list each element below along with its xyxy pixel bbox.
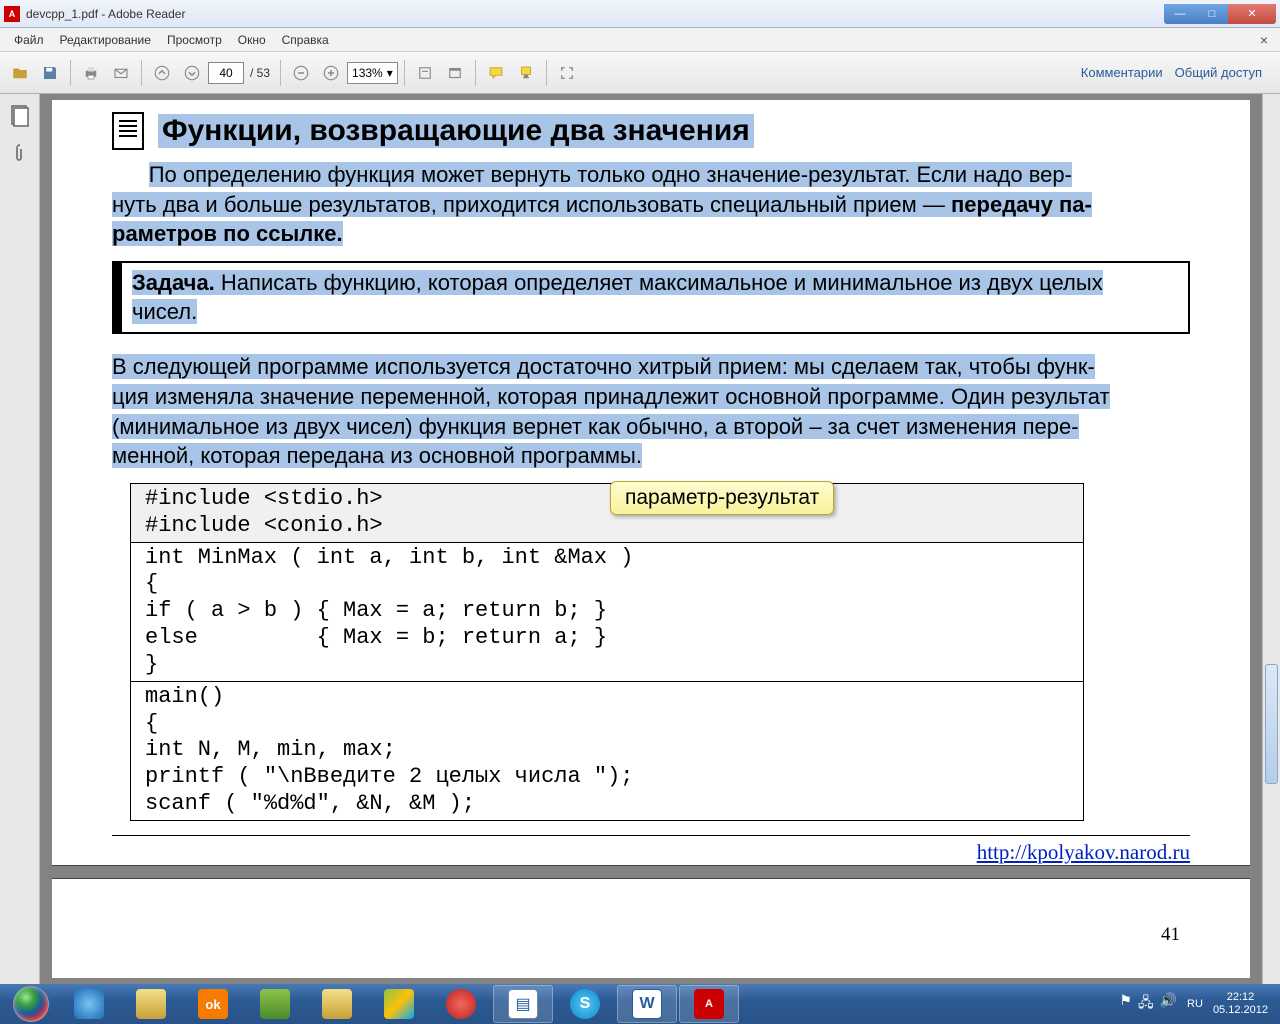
code-function: int MinMax ( int a, int b, int &Max ) { … xyxy=(130,543,1084,682)
page-up-button[interactable] xyxy=(148,59,176,87)
comment-button[interactable] xyxy=(482,59,510,87)
zoom-select[interactable]: 133% ▾ xyxy=(347,62,398,84)
tool-btn-1[interactable] xyxy=(411,59,439,87)
code-includes: #include <stdio.h> #include <conio.h> xyxy=(130,483,1084,543)
code-main: main() { int N, M, min, max; printf ( "\… xyxy=(130,682,1084,821)
email-button[interactable] xyxy=(107,59,135,87)
clock-time: 22:12 xyxy=(1213,991,1268,1004)
page-number: 41 xyxy=(1161,924,1180,946)
tray-icons[interactable]: ⚑ 🖧 🔊 xyxy=(1119,992,1177,1016)
open-button[interactable] xyxy=(6,59,34,87)
text: нуть два и больше результатов, приходитс… xyxy=(112,192,951,217)
taskbar-item-app1[interactable] xyxy=(245,985,305,1023)
close-button[interactable]: ✕ xyxy=(1228,4,1276,24)
tool-btn-2[interactable] xyxy=(441,59,469,87)
code-block: параметр-результат #include <stdio.h> #i… xyxy=(130,483,1084,821)
toolbar: / 53 133% ▾ Комментарии Общий доступ xyxy=(0,52,1280,94)
toolbar-separator xyxy=(70,60,71,86)
task-text: Написать функцию, которая определяет мак… xyxy=(215,270,1103,295)
menu-bar: Файл Редактирование Просмотр Окно Справк… xyxy=(0,28,1280,52)
system-tray: ⚑ 🖧 🔊 RU 22:12 05.12.2012 xyxy=(1119,991,1276,1017)
thumbnails-icon[interactable] xyxy=(8,104,32,128)
taskbar-item-word[interactable]: W xyxy=(617,985,677,1023)
main-area: Функции, возвращающие два значения По оп… xyxy=(0,94,1280,984)
task-text: чисел. xyxy=(132,299,197,324)
document-icon xyxy=(112,112,144,150)
taskbar-item-skype[interactable]: S xyxy=(555,985,615,1023)
fullscreen-button[interactable] xyxy=(553,59,581,87)
text-bold: раметров по ссылке. xyxy=(112,221,343,246)
toolbar-right: Комментарии Общий доступ xyxy=(1081,65,1274,80)
tray-volume-icon[interactable]: 🔊 xyxy=(1160,992,1177,1016)
text: (минимальное из двух чисел) функция верн… xyxy=(112,414,1079,439)
scrollbar-thumb[interactable] xyxy=(1265,664,1278,784)
toolbar-separator xyxy=(546,60,547,86)
task-box: Задача. Написать функцию, которая опреде… xyxy=(112,261,1190,334)
taskbar-item-explorer[interactable] xyxy=(121,985,181,1023)
tray-network-icon[interactable]: 🖧 xyxy=(1138,992,1154,1016)
page-number-input[interactable] xyxy=(208,62,244,84)
page-heading: Функции, возвращающие два значения xyxy=(158,114,754,148)
clock-date: 05.12.2012 xyxy=(1213,1004,1268,1017)
windows-taskbar: ok ▤ S W A ⚑ 🖧 🔊 RU 22:12 05.12.2012 xyxy=(0,984,1280,1024)
pdf-page: Функции, возвращающие два значения По оп… xyxy=(52,100,1250,978)
highlight-button[interactable] xyxy=(512,59,540,87)
menu-view[interactable]: Просмотр xyxy=(159,31,230,49)
taskbar-item-adobe[interactable]: A xyxy=(679,985,739,1023)
minimize-button[interactable]: — xyxy=(1164,4,1196,24)
attachments-icon[interactable] xyxy=(8,142,32,166)
vertical-scrollbar[interactable] xyxy=(1262,94,1280,984)
save-button[interactable] xyxy=(36,59,64,87)
toolbar-separator xyxy=(404,60,405,86)
windows-orb-icon xyxy=(13,986,49,1022)
menu-window[interactable]: Окно xyxy=(230,31,274,49)
text: ция изменяла значение переменной, котора… xyxy=(112,384,1110,409)
menu-file[interactable]: Файл xyxy=(6,31,52,49)
callout-label: параметр-результат xyxy=(610,481,834,515)
taskbar-item-app2[interactable] xyxy=(369,985,429,1023)
taskbar-item-ok[interactable]: ok xyxy=(183,985,243,1023)
menu-edit[interactable]: Редактирование xyxy=(52,31,159,49)
language-indicator[interactable]: RU xyxy=(1187,998,1203,1010)
page-break xyxy=(52,865,1250,879)
text-bold: передачу па- xyxy=(951,192,1092,217)
taskbar-item-opera[interactable] xyxy=(431,985,491,1023)
document-viewport[interactable]: Функции, возвращающие два значения По оп… xyxy=(40,94,1262,984)
share-link[interactable]: Общий доступ xyxy=(1175,65,1262,80)
zoom-out-button[interactable] xyxy=(287,59,315,87)
paragraph-2: В следующей программе используется доста… xyxy=(112,352,1190,471)
task-label: Задача. xyxy=(132,270,215,295)
page-total-label: / 53 xyxy=(250,66,270,80)
page-down-button[interactable] xyxy=(178,59,206,87)
text: По определению функция может вернуть тол… xyxy=(149,162,1072,187)
window-controls: — □ ✕ xyxy=(1164,4,1276,24)
start-button[interactable] xyxy=(4,985,58,1023)
taskbar-clock[interactable]: 22:12 05.12.2012 xyxy=(1213,991,1268,1017)
comments-link[interactable]: Комментарии xyxy=(1081,65,1163,80)
toolbar-separator xyxy=(141,60,142,86)
zoom-in-button[interactable] xyxy=(317,59,345,87)
footer-link[interactable]: http://kpolyakov.narod.ru xyxy=(977,840,1190,864)
print-button[interactable] xyxy=(77,59,105,87)
text: В следующей программе используется доста… xyxy=(112,354,1095,379)
taskbar-item-ie[interactable] xyxy=(59,985,119,1023)
window-close-x[interactable]: × xyxy=(1254,32,1274,48)
taskbar-item-folder[interactable] xyxy=(307,985,367,1023)
maximize-button[interactable]: □ xyxy=(1196,4,1228,24)
toolbar-separator xyxy=(280,60,281,86)
paragraph-1: По определению функция может вернуть тол… xyxy=(112,160,1190,249)
zoom-value: 133% xyxy=(352,66,383,80)
sidebar xyxy=(0,94,40,984)
page-footer: http://kpolyakov.narod.ru xyxy=(112,835,1190,865)
tray-flag-icon[interactable]: ⚑ xyxy=(1119,992,1132,1016)
window-titlebar: A devcpp_1.pdf - Adobe Reader — □ ✕ xyxy=(0,0,1280,28)
adobe-reader-icon: A xyxy=(4,6,20,22)
window-title: devcpp_1.pdf - Adobe Reader xyxy=(26,7,1164,21)
text: менной, которая передана из основной про… xyxy=(112,443,642,468)
next-page-top: 41 xyxy=(52,879,1250,949)
chevron-down-icon: ▾ xyxy=(387,66,393,80)
menu-help[interactable]: Справка xyxy=(274,31,337,49)
toolbar-separator xyxy=(475,60,476,86)
taskbar-item-notepad[interactable]: ▤ xyxy=(493,985,553,1023)
